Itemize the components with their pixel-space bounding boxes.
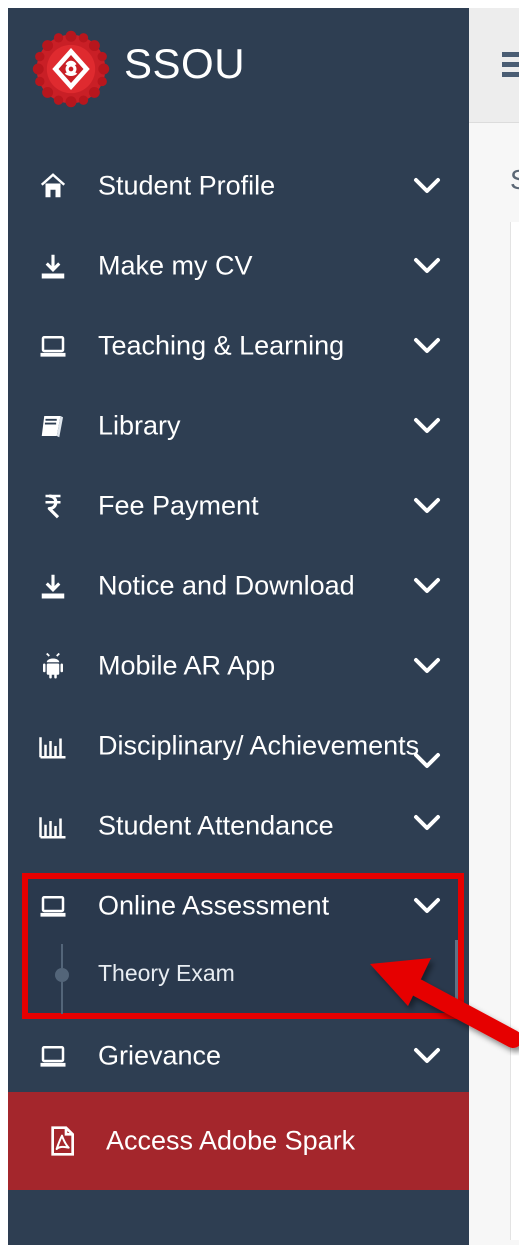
sidebar-item-disciplinary-achievements[interactable]: Disciplinary/ Achievements [8,711,469,781]
sidebar-item-online-assessment[interactable]: Online Assessment [8,871,469,941]
sidebar-item-label: Fee Payment [98,490,259,521]
sidebar-item-label: Grievance [98,1040,222,1071]
sidebar-item-student-attendance[interactable]: Student Attendance [8,791,469,861]
laptop-icon [40,336,66,357]
sidebar-item-fee-payment[interactable]: Fee Payment [8,471,469,541]
sidebar-subitem-theory-exam[interactable]: Theory Exam [98,960,235,987]
red-arrow-annotation [370,958,519,1048]
chevron-down-icon[interactable] [413,496,441,516]
hamburger-menu-icon[interactable] [502,52,519,78]
chevron-down-icon[interactable] [413,176,441,196]
sidebar-item-label: Library [98,410,181,441]
action-button-label: Access Adobe Spark [106,1125,356,1156]
sidebar-item-library[interactable]: Library [8,391,469,461]
sidebar-item-label: Student Attendance [98,810,334,841]
university-logo [32,30,110,108]
brand[interactable]: SSOU [32,30,282,108]
sidebar-item-label: Disciplinary/ Achievements [98,730,420,761]
android-icon [43,652,63,679]
bar-chart-icon [39,817,66,839]
sidebar-item-student-profile[interactable]: Student Profile [8,151,469,221]
sidebar-item-label: Teaching & Learning [98,330,345,361]
sidebar-item-teaching-learning[interactable]: Teaching & Learning [8,311,469,381]
chevron-down-icon[interactable] [413,896,441,916]
sidebar-item-label: Student Profile [98,170,276,201]
pdf-icon [51,1126,74,1156]
chevron-down-icon[interactable] [413,336,441,356]
chevron-down-icon[interactable] [413,751,441,771]
partial-page-heading: S [510,164,519,196]
laptop-icon [40,1046,66,1067]
sidebar-item-make-my-cv[interactable]: Make my CV [8,231,469,301]
chevron-down-icon[interactable] [413,813,441,833]
sidebar-item-label: Mobile AR App [98,650,276,681]
chevron-down-icon[interactable] [413,256,441,276]
submenu-bullet-icon [55,968,69,982]
rupee-icon [45,494,61,519]
chevron-down-icon[interactable] [413,416,441,436]
bar-chart-icon [39,737,66,759]
book-icon [41,416,63,438]
sidebar-item-label: Online Assessment [98,890,330,921]
home-icon [40,173,66,198]
download-icon [41,254,65,279]
download-icon [41,574,65,599]
brand-name: SSOU [124,40,246,87]
content-card [510,222,519,1240]
sidebar-item-label: Notice and Download [98,570,355,601]
sidebar-item-label: Make my CV [98,250,253,281]
sidebar-item-notice-download[interactable]: Notice and Download [8,551,469,621]
laptop-icon [40,896,66,917]
chevron-down-icon[interactable] [413,656,441,676]
access-adobe-spark-button[interactable]: Access Adobe Spark [8,1092,469,1190]
sidebar-item-mobile-ar-app[interactable]: Mobile AR App [8,631,469,701]
chevron-down-icon[interactable] [413,576,441,596]
